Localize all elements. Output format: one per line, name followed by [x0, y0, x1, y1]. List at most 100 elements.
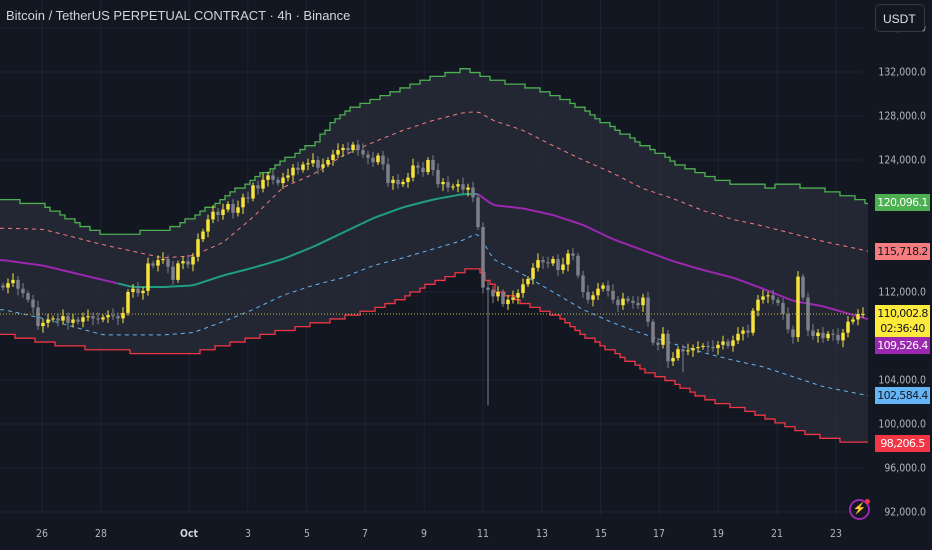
candle-body — [211, 211, 215, 220]
candle-body — [601, 285, 605, 289]
candle-body — [826, 333, 830, 339]
candle-body — [616, 299, 620, 306]
time-tick-label: 11 — [477, 527, 489, 540]
price-tick-label: 132,000.0 — [878, 65, 926, 79]
price-tick-label: 124,000.0 — [878, 153, 926, 167]
candle-body — [456, 184, 460, 187]
candle-body — [181, 261, 185, 264]
candle-body — [531, 267, 535, 279]
candle-body — [561, 264, 565, 270]
candle-body — [411, 165, 415, 178]
price-tick-label: 112,000.0 — [878, 285, 926, 299]
candle-body — [576, 255, 580, 276]
candle-body — [636, 303, 640, 306]
candle-body — [671, 358, 675, 362]
candle-body — [551, 259, 555, 264]
candle-body — [191, 256, 195, 265]
candle-body — [761, 296, 765, 300]
candle-body — [641, 297, 645, 306]
time-tick-label: 26 — [36, 527, 48, 540]
currency-selector[interactable]: USDT — [875, 4, 925, 32]
price-tick-label: 100,000.0 — [878, 417, 926, 431]
candle-body — [396, 179, 400, 185]
candle-body — [851, 319, 855, 322]
candle-body — [171, 266, 175, 280]
candle-body — [656, 342, 660, 345]
candle-body — [141, 290, 145, 294]
candle-body — [726, 341, 730, 346]
price-label-lower-dashed: 102,584.4 — [875, 387, 930, 405]
candle-body — [406, 177, 410, 182]
candle-body — [281, 177, 285, 184]
candle-body — [326, 160, 330, 165]
candle-body — [36, 307, 40, 327]
candle-body — [521, 284, 525, 294]
candle-body — [156, 260, 160, 266]
candle-body — [346, 147, 350, 151]
candle-body — [701, 345, 705, 347]
candle-body — [436, 169, 440, 185]
price-chart[interactable] — [0, 0, 932, 550]
candle-body — [316, 160, 320, 168]
candle-body — [471, 187, 475, 198]
candle-body — [311, 160, 315, 164]
candle-body — [166, 259, 170, 267]
candle-body — [331, 154, 335, 160]
candle-body — [256, 185, 260, 189]
price-label-last: 110,002.8 02:36:40 — [875, 305, 930, 338]
candle-body — [136, 288, 140, 294]
candle-body — [511, 297, 515, 300]
candle — [491, 286, 495, 304]
lightning-bolt-icon[interactable]: ⚡ — [849, 499, 870, 520]
candle-body — [766, 295, 770, 297]
candle — [486, 280, 490, 406]
candle-body — [221, 209, 225, 215]
candle — [796, 271, 800, 342]
candle-body — [741, 330, 745, 334]
candle-body — [186, 261, 190, 265]
candle-body — [356, 144, 360, 151]
candle — [806, 292, 810, 337]
candle-body — [681, 349, 685, 352]
time-tick-label: 17 — [653, 527, 666, 540]
candle-body — [466, 187, 470, 190]
candle-body — [626, 298, 630, 301]
candle-body — [241, 197, 245, 208]
candle — [801, 273, 805, 301]
price-label-basis: 109,526.4 — [875, 337, 930, 355]
time-tick-label: 21 — [771, 527, 783, 540]
candle — [576, 252, 580, 279]
candle-body — [486, 287, 490, 290]
candle-body — [86, 316, 90, 318]
candle-body — [101, 317, 105, 320]
price-tick-label: 128,000.0 — [878, 109, 926, 123]
candle-body — [491, 289, 495, 297]
candle-body — [666, 333, 670, 362]
candle-body — [421, 167, 425, 173]
candle-body — [771, 295, 775, 300]
candle-body — [461, 184, 465, 190]
candle-body — [41, 322, 45, 327]
price-label-text: 109,526.4 — [877, 339, 928, 353]
candle-body — [196, 239, 200, 257]
candle-body — [81, 317, 85, 322]
candle-body — [451, 186, 455, 188]
candle-body — [516, 293, 520, 298]
candle-body — [846, 321, 850, 333]
candle-body — [856, 314, 860, 320]
price-tick-label: 96,000.0 — [884, 461, 926, 475]
candle-body — [106, 315, 110, 318]
candle-body — [11, 279, 15, 284]
symbol-title[interactable]: Bitcoin / TetherUS PERPETUAL CONTRACT · … — [6, 8, 350, 23]
candle-body — [366, 154, 370, 158]
candle-body — [96, 318, 100, 320]
candle-body — [481, 227, 485, 288]
price-label-text: 120,096.1 — [877, 196, 928, 210]
time-tick-label: 7 — [362, 527, 369, 540]
time-tick-label: 19 — [712, 527, 725, 540]
candle-body — [686, 350, 690, 352]
time-tick-label: 9 — [421, 527, 428, 540]
candle — [651, 318, 655, 346]
candle-body — [376, 155, 380, 163]
price-tick-label: 92,000.0 — [884, 505, 926, 519]
